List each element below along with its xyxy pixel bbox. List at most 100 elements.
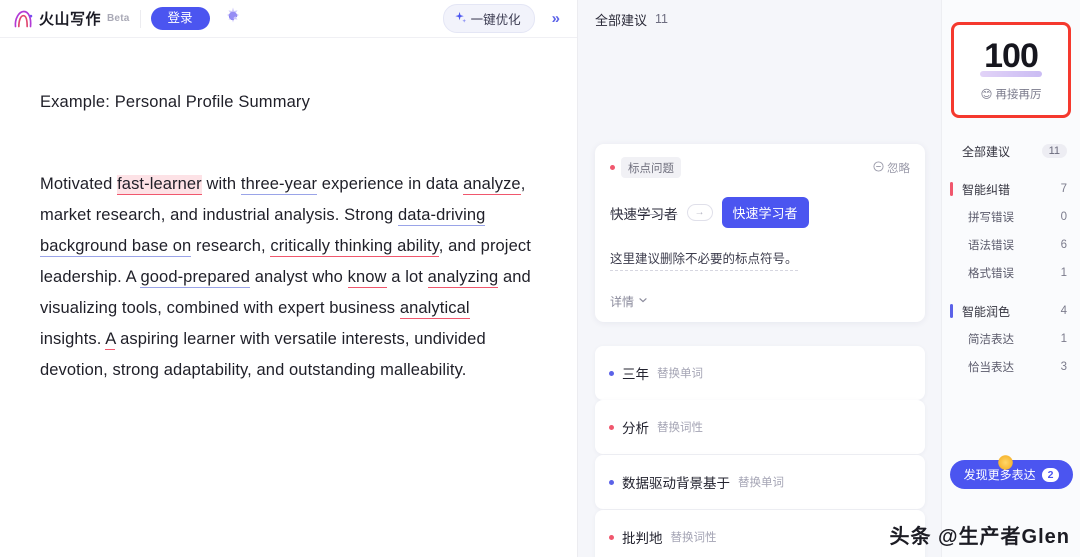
document-paragraph[interactable]: Motivated fast-learner with three-year e…	[40, 169, 533, 386]
category-count: 1	[1060, 333, 1067, 345]
category-row[interactable]: 智能润色 4	[942, 297, 1080, 325]
login-button[interactable]: 登录	[150, 6, 210, 31]
correction-mark[interactable]: analyze	[463, 174, 521, 195]
severity-dot-icon	[609, 424, 614, 430]
paragraph-text: experience in data	[317, 174, 464, 193]
suggestions-pane: 全部建议 11 标点问题 忽略 快速学习者 → 快速学习者 这里建议删除不必要的…	[578, 0, 941, 557]
correction-mark[interactable]: know	[347, 267, 387, 288]
correction-mark[interactable]: good-prepared	[140, 267, 251, 288]
category-accent-bar	[950, 304, 953, 318]
suggestion-card[interactable]: 标点问题 忽略 快速学习者 → 快速学习者 这里建议删除不必要的标点符号。 详情	[595, 144, 925, 322]
paragraph-text: research,	[191, 236, 271, 255]
score-caption: 再接再厉	[995, 89, 1042, 101]
category-count: 11	[1041, 144, 1067, 158]
suggestions-header-label: 全部建议	[595, 12, 648, 28]
paragraph-text: with	[201, 174, 241, 193]
document-body[interactable]: Example: Personal Profile Summary Motiva…	[0, 38, 577, 386]
suggestion-word: 批判地	[622, 531, 663, 546]
document-title: Example: Personal Profile Summary	[40, 93, 310, 111]
severity-dot-icon	[610, 165, 615, 170]
suggestion-list-item[interactable]: 批判地 替换词性	[595, 510, 925, 557]
suggestion-word: 分析	[622, 421, 649, 436]
category-row[interactable]: 拼写错误 0	[942, 203, 1080, 231]
suggestion-list-item[interactable]: 三年 替换单词	[595, 346, 925, 400]
suggestion-card-tag-wrap: 标点问题	[610, 157, 681, 178]
category-count: 1	[1060, 267, 1067, 279]
suggestion-replace-row: 快速学习者 → 快速学习者	[610, 197, 910, 228]
category-row[interactable]: 简洁表达 1	[942, 325, 1080, 353]
editor-toolbar: 火山写作 Beta 登录 一键优化 »	[0, 0, 577, 38]
severity-dot-icon	[609, 370, 614, 376]
category-label: 语法错误	[968, 240, 1014, 252]
suggestion-word: 三年	[622, 367, 649, 382]
score-sidebar: 100 😊 再接再厉 全部建议 11 智能纠错 7 拼写错误 0 语法错误 6 格式错误 1 智能润…	[941, 0, 1080, 557]
discover-more-count: 2	[1041, 467, 1060, 482]
category-group-gap	[942, 287, 1080, 297]
suggestion-description: 这里建议删除不必要的标点符号。	[610, 250, 798, 271]
discover-more-button[interactable]: 发现更多表达 2	[950, 460, 1073, 489]
category-count: 6	[1060, 239, 1067, 251]
severity-dot-icon	[609, 479, 614, 485]
collapse-panel-button[interactable]: »	[545, 8, 567, 29]
category-count: 4	[1060, 305, 1067, 317]
paragraph-text: insights.	[40, 329, 106, 348]
brand: 火山写作 Beta	[12, 8, 130, 29]
details-label: 详情	[610, 294, 635, 309]
correction-mark[interactable]: analytical	[399, 298, 470, 319]
details-toggle[interactable]: 详情	[610, 293, 910, 310]
paragraph-text: Motivated	[40, 174, 118, 193]
category-row[interactable]: 智能纠错 7	[942, 175, 1080, 203]
editor-pane: 火山写作 Beta 登录 一键优化 » Example: Personal Pr…	[0, 0, 578, 557]
category-count: 0	[1060, 211, 1067, 223]
one-click-optimize-label: 一键优化	[470, 13, 521, 27]
category-label: 全部建议	[962, 144, 1011, 159]
category-count: 7	[1060, 183, 1067, 195]
category-label: 智能纠错	[962, 182, 1011, 197]
app-root: 火山写作 Beta 登录 一键优化 » Example: Personal Pr…	[0, 0, 1080, 557]
beta-tag: Beta	[107, 13, 130, 24]
suggestion-type-tag: 标点问题	[621, 157, 681, 178]
suggestions-header: 全部建议 11	[578, 0, 941, 38]
sparkle-icon	[454, 11, 467, 27]
one-click-optimize-button[interactable]: 一键优化	[442, 4, 535, 33]
suggestion-card-header: 标点问题 忽略	[610, 157, 910, 178]
chevron-down-icon	[638, 294, 648, 308]
smile-emoji-icon: 😊	[980, 89, 993, 101]
original-text: 快速学习者	[610, 206, 678, 222]
correction-mark[interactable]: fast-learner	[117, 174, 202, 195]
category-row[interactable]: 恰当表达 3	[942, 353, 1080, 381]
category-row[interactable]: 格式错误 1	[942, 259, 1080, 287]
suggestion-kind: 替换词性	[657, 422, 703, 434]
score-box: 100 😊 再接再厉	[951, 22, 1071, 118]
watermark: 头条 @生产者Glen	[889, 526, 1070, 548]
score-value: 100	[980, 37, 1042, 77]
suggestion-kind: 替换词性	[670, 532, 717, 544]
suggestion-kind: 替换单词	[657, 368, 703, 380]
category-group-gap	[942, 165, 1080, 175]
category-row[interactable]: 语法错误 6	[942, 231, 1080, 259]
category-label: 拼写错误	[968, 212, 1014, 224]
toolbar-divider	[139, 9, 141, 28]
category-accent-bar	[950, 182, 953, 196]
suggestion-word: 数据驱动背景基于	[622, 476, 730, 491]
category-label: 智能润色	[962, 304, 1011, 319]
score-caption-wrap: 😊 再接再厉	[954, 86, 1068, 102]
suggestion-list-item[interactable]: 数据驱动背景基于 替换单词	[595, 455, 925, 509]
ignore-button[interactable]: 忽略	[873, 160, 910, 176]
correction-mark[interactable]: A	[105, 329, 116, 350]
correction-mark[interactable]: critically thinking ability	[270, 236, 439, 257]
paragraph-text: analyst who	[250, 267, 348, 286]
magic-wand-button[interactable]	[220, 6, 246, 32]
suggestion-list-item[interactable]: 分析 替换词性	[595, 400, 925, 454]
volcano-logo-icon	[12, 9, 34, 29]
replace-arrow-icon: →	[686, 204, 713, 221]
category-row[interactable]: 全部建议 11	[942, 137, 1080, 165]
correction-mark[interactable]: three-year	[240, 174, 318, 195]
severity-dot-icon	[609, 534, 614, 540]
suggestions-header-count: 11	[655, 12, 668, 26]
category-label: 简洁表达	[968, 334, 1014, 346]
replacement-chip-button[interactable]: 快速学习者	[721, 197, 809, 228]
paragraph-text: a lot	[386, 267, 428, 286]
correction-mark[interactable]: analyzing	[427, 267, 499, 288]
category-label: 格式错误	[968, 268, 1014, 280]
